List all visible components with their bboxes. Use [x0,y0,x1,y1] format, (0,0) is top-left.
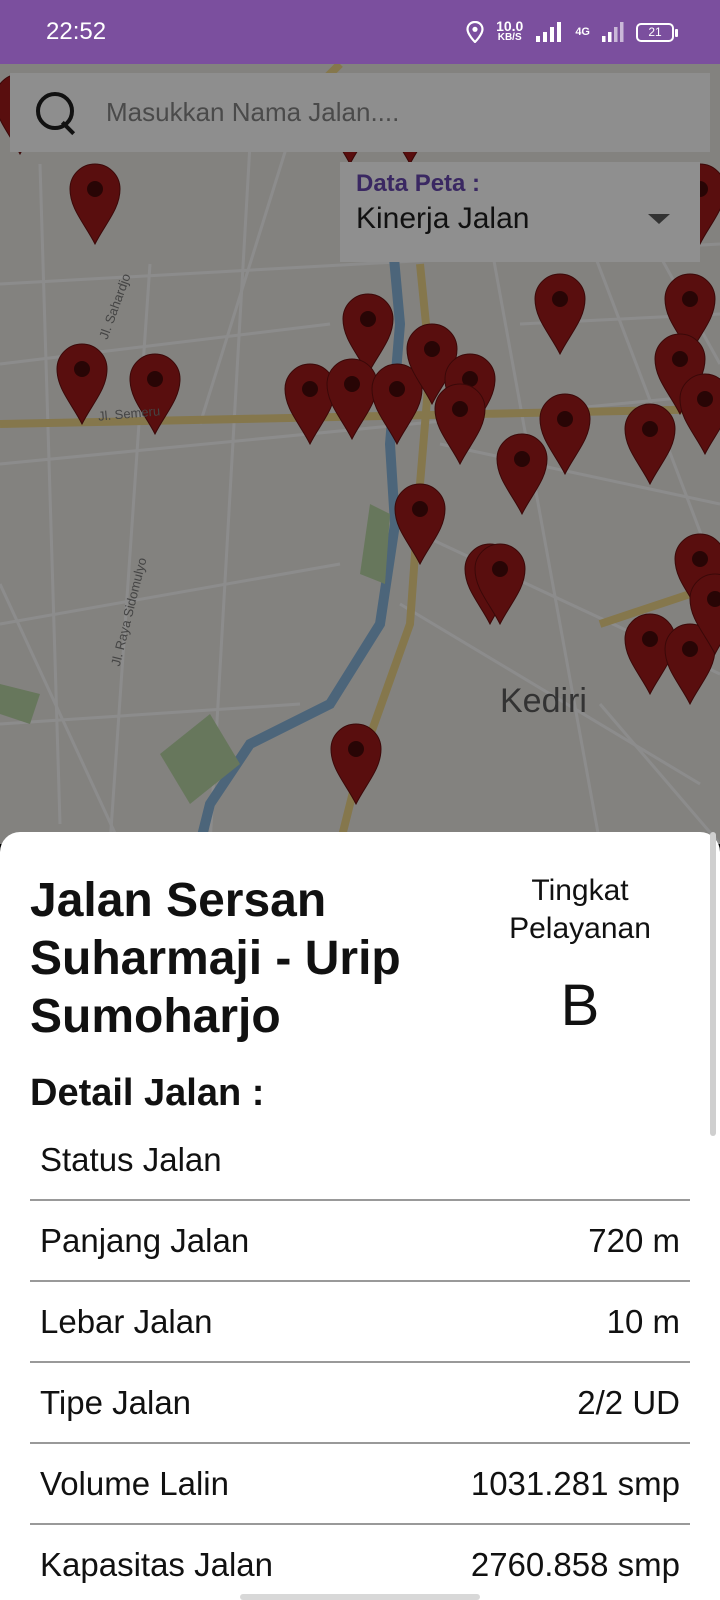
detail-value: 2760.858 smp [470,1545,680,1583]
network-speed-unit: KB/S [497,32,522,43]
network-type: 4G [575,26,590,38]
location-icon [466,21,484,43]
detail-value: 2/2 UD [577,1383,680,1421]
status-time: 22:52 [46,18,107,45]
network-speed-value: 10.0 [496,18,524,34]
status-bar: 22:52 10.0 KB/S 4G 21 [0,0,720,64]
detail-value: 720 m [588,1221,680,1259]
detail-row-type: Tipe Jalan 2/2 UD [30,1363,690,1444]
map-data-selector[interactable]: Data Peta : Kinerja Jalan [340,162,700,262]
detail-heading: Detail Jalan : [30,1072,265,1114]
road-detail-sheet[interactable]: Jalan Sersan Suharmaji - Urip Sumoharjo … [0,832,720,1600]
service-level-caption: Tingkat Pelayanan [509,874,651,945]
scrollbar[interactable] [710,832,716,1136]
map-data-dropdown[interactable]: Kinerja Jalan [356,202,684,236]
detail-row-status: Status Jalan [30,1120,690,1201]
detail-label: Panjang Jalan [40,1221,250,1259]
road-name: Jalan Sersan Suharmaji - Urip Sumoharjo [30,874,401,1043]
map-data-label: Data Peta : [356,170,481,197]
network-speed: 10.0 KB/S [496,18,524,44]
battery-level: 21 [648,25,662,39]
detail-value: 1031.281 smp [470,1464,680,1502]
city-label: Kediri [500,682,587,720]
detail-label: Kapasitas Jalan [40,1545,273,1583]
search-input[interactable] [106,97,666,128]
detail-list: Status Jalan Panjang Jalan 720 m Lebar J… [30,1120,690,1600]
status-icons: 10.0 KB/S 4G 21 [466,18,678,44]
service-level-value: B [560,973,600,1038]
detail-label: Volume Lalin [40,1464,229,1502]
detail-row-width: Lebar Jalan 10 m [30,1282,690,1363]
detail-value: 10 m [606,1302,680,1340]
search-icon[interactable] [34,90,80,136]
search-bar[interactable] [10,73,710,152]
detail-row-capacity: Kapasitas Jalan 2760.858 smp [30,1525,690,1600]
detail-label: Tipe Jalan [40,1383,192,1421]
detail-row-volume: Volume Lalin 1031.281 smp [30,1444,690,1525]
signal-icon [536,22,562,42]
map-data-value[interactable]: Kinerja Jalan [356,202,529,236]
home-indicator[interactable] [240,1594,480,1600]
detail-row-length: Panjang Jalan 720 m [30,1201,690,1282]
battery-icon: 21 [636,22,678,42]
signal-icon-secondary [602,22,624,42]
chevron-down-icon[interactable] [648,214,670,224]
detail-label: Status Jalan [40,1140,222,1178]
detail-label: Lebar Jalan [40,1302,213,1340]
